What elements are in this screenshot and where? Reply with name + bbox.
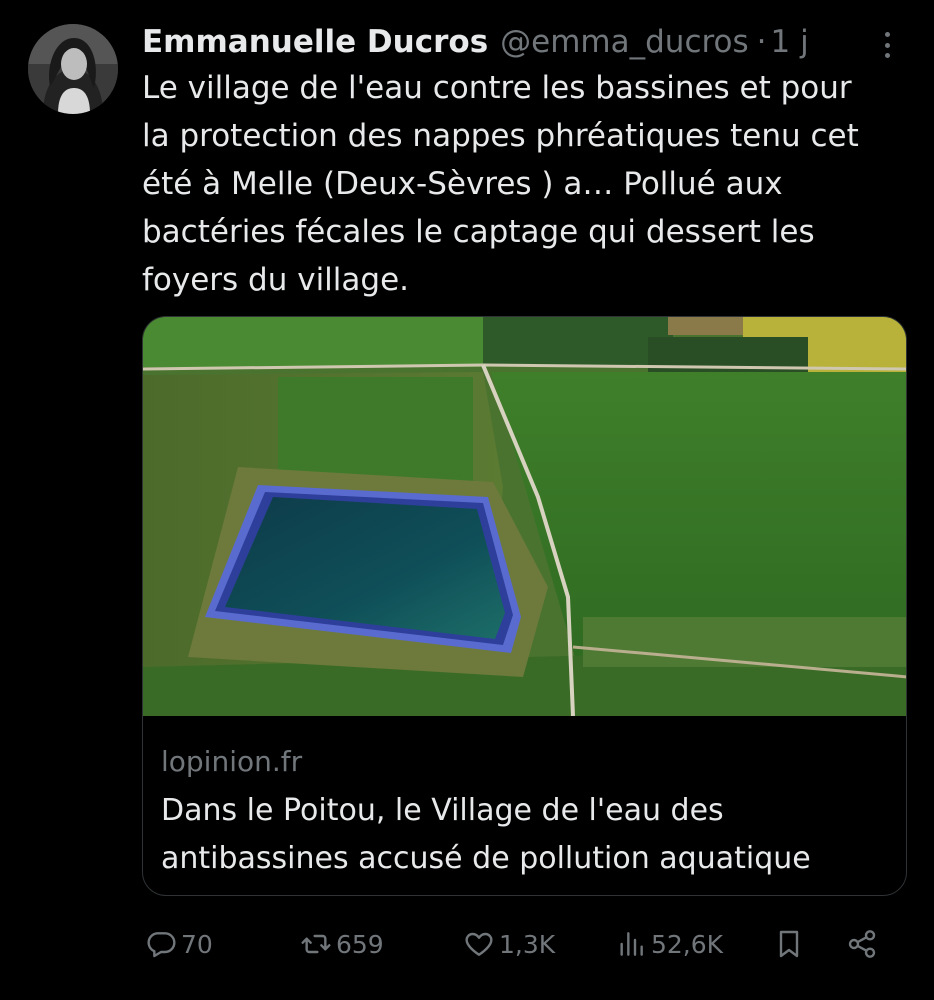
more-dot xyxy=(884,53,890,58)
tweet-text: Le village de l'eau contre les bassines … xyxy=(142,70,859,298)
more-dot xyxy=(884,32,890,37)
bookmark-icon xyxy=(779,930,799,958)
reply-count: 70 xyxy=(181,929,213,959)
header-separator: · xyxy=(756,24,767,60)
views-button[interactable]: 52,6K xyxy=(615,920,723,968)
link-card[interactable]: lopinion.fr Dans le Poitou, le Village d… xyxy=(142,316,907,896)
views-chart-icon xyxy=(620,932,643,956)
bookmark-button[interactable] xyxy=(773,920,805,968)
share-button[interactable] xyxy=(846,920,878,968)
card-domain: lopinion.fr xyxy=(161,745,303,778)
author-display-name[interactable]: Emmanuelle Ducros xyxy=(142,24,488,60)
tweet-header: Emmanuelle Ducros @emma_ducros · 1 j xyxy=(142,22,809,62)
author-handle[interactable]: @emma_ducros xyxy=(500,24,749,60)
reply-icon xyxy=(147,932,176,958)
more-dot xyxy=(884,42,890,48)
retweet-icon xyxy=(301,934,331,954)
tweet-timestamp[interactable]: 1 j xyxy=(771,24,809,60)
like-count: 1,3K xyxy=(499,929,556,959)
card-title: Dans le Poitou, le Village de l'eau des … xyxy=(161,793,811,876)
like-button[interactable]: 1,3K xyxy=(463,920,555,968)
retweet-button[interactable]: 659 xyxy=(300,920,384,968)
share-icon xyxy=(848,930,876,958)
reply-button[interactable]: 70 xyxy=(145,920,213,968)
author-avatar[interactable] xyxy=(28,24,118,114)
tweet: Emmanuelle Ducros @emma_ducros · 1 j Le … xyxy=(0,0,934,1000)
card-image xyxy=(143,317,906,716)
aerial-reservoir-photo-icon xyxy=(143,317,906,716)
views-count: 52,6K xyxy=(651,929,724,959)
heart-icon xyxy=(465,932,493,956)
action-bar: 70 659 1,3K 52,6K xyxy=(140,920,900,968)
more-options-icon[interactable] xyxy=(875,28,899,62)
avatar-photo-icon xyxy=(28,24,118,114)
retweet-count: 659 xyxy=(336,929,384,959)
